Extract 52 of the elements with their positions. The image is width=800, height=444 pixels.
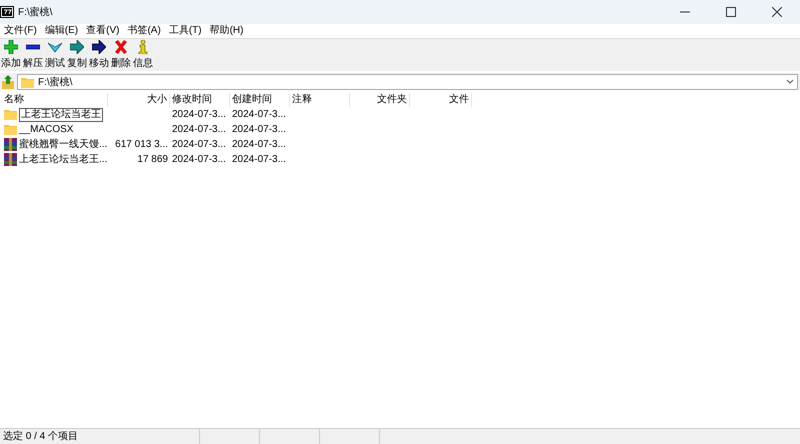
folder-icon — [4, 108, 17, 121]
table-cell-text: 2024-07-3... — [231, 138, 287, 152]
maximize-icon — [726, 7, 736, 17]
column-header[interactable]: 修改时间 — [170, 93, 230, 107]
table-cell-text: 2024-07-3... — [231, 108, 287, 122]
archive-icon — [4, 153, 17, 166]
window-title: F:\蜜桃\ — [18, 6, 52, 20]
cross-icon — [114, 40, 128, 54]
table-cell-text: 2024-07-3... — [231, 123, 287, 137]
info-button[interactable]: 信息 — [132, 40, 154, 70]
table-cell-text: 617 013 3... — [114, 138, 169, 152]
move-button[interactable]: 移动 — [88, 40, 110, 70]
extract-button[interactable]: 解压 — [22, 40, 44, 70]
column-header[interactable]: 文件夹 — [350, 93, 410, 107]
test-button[interactable]: 测试 — [44, 40, 66, 70]
table-cell-text: 2024-07-3... — [171, 138, 227, 152]
folder-icon — [4, 123, 17, 136]
menu-item[interactable]: 书签(A) — [123, 24, 165, 38]
address-field[interactable]: F:\蜜桃\ — [17, 74, 798, 90]
app-icon — [0, 6, 14, 18]
table-cell-text: 2024-07-3... — [231, 153, 287, 167]
table-cell-text: 2024-07-3... — [171, 123, 227, 137]
menu-item[interactable]: 编辑(E) — [40, 24, 82, 38]
file-name[interactable]: 上老王论坛当老王... — [19, 152, 108, 167]
menu-item[interactable]: 查看(V) — [82, 24, 124, 38]
rename-field[interactable]: 上老王论坛当老王 — [19, 108, 103, 122]
info-icon — [136, 40, 150, 54]
menu-item[interactable]: 工具(T) — [164, 24, 206, 38]
check-icon — [48, 40, 62, 54]
archive-icon — [4, 138, 17, 151]
status-text: 选定 0 / 4 个项目 — [0, 429, 200, 444]
column-header[interactable]: 文件 — [410, 93, 472, 107]
plus-icon — [4, 40, 18, 54]
table-cell-text: 2024-07-3... — [171, 153, 227, 167]
delete-button[interactable]: 删除 — [110, 40, 132, 70]
table-cell-text: 17 869 — [136, 153, 169, 167]
arrow-right-icon — [92, 40, 106, 54]
column-header[interactable]: 注释 — [290, 93, 350, 107]
column-header[interactable]: 名称 — [2, 93, 108, 107]
file-name[interactable]: 蜜桃翘臀一线天馒... — [19, 137, 108, 152]
column-header[interactable]: 大小 — [108, 93, 170, 107]
up-folder-icon[interactable] — [2, 74, 14, 88]
copy-button[interactable]: 复制 — [66, 40, 88, 70]
menu-item[interactable]: 帮助(H) — [206, 24, 248, 38]
table-cell-text: 2024-07-3... — [171, 108, 227, 122]
arrow-right-icon — [70, 40, 84, 54]
dropdown-icon[interactable] — [786, 78, 794, 84]
menu-item[interactable]: 文件(F) — [0, 24, 41, 38]
close-icon — [772, 7, 782, 17]
column-header[interactable]: 创建时间 — [230, 93, 290, 107]
add-button[interactable]: 添加 — [0, 40, 22, 70]
file-name[interactable]: __MACOSX — [19, 122, 74, 137]
